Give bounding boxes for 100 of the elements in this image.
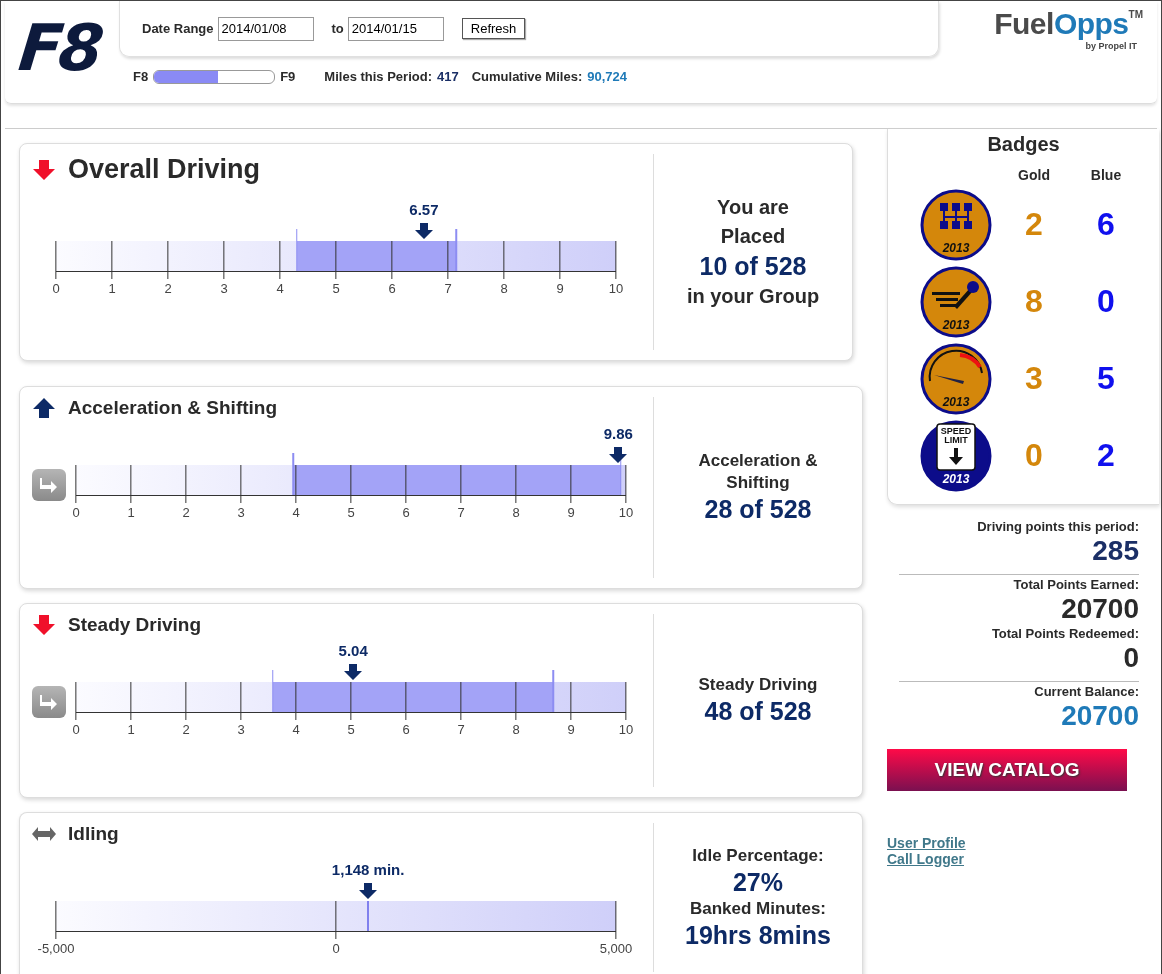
scale-label: 8 <box>500 281 508 296</box>
jump-button[interactable] <box>32 686 66 718</box>
scale-label: 7 <box>457 505 465 520</box>
scale-label: 6 <box>402 722 410 737</box>
points-label: Current Balance: <box>1034 684 1139 699</box>
scale-label: 6 <box>402 505 410 520</box>
scale-label: 10 <box>608 281 624 296</box>
summary-label: Idle Percentage: <box>692 844 824 867</box>
scale-label: 10 <box>618 722 634 737</box>
brand-tagline: by Propel IT <box>1085 41 1137 51</box>
scale-label: 9 <box>556 281 564 296</box>
miles-label: Miles this Period: <box>324 69 432 84</box>
brand-name: FuelOpps <box>994 7 1129 41</box>
badge-year: 2013 <box>942 394 970 409</box>
scale-label: 1 <box>127 505 135 520</box>
panel-title: Idling <box>68 823 119 845</box>
points-value: 0 <box>1123 641 1139 675</box>
badge-count: 6 <box>1097 206 1115 243</box>
scale-label: 9 <box>567 505 575 520</box>
rank-value: 48 of 528 <box>704 696 812 727</box>
scale-label: -5,000 <box>37 941 75 956</box>
panel-title: Overall Driving <box>68 154 261 185</box>
points-value: 20700 <box>1061 699 1139 733</box>
scale-label: 5 <box>332 281 340 296</box>
score-marker-value: 6.57 <box>409 201 439 218</box>
points-label: Total Points Earned: <box>1013 577 1139 592</box>
summary-label: Acceleration & <box>698 450 818 472</box>
scale-label: 2 <box>182 722 190 737</box>
scale-label: 7 <box>444 281 452 296</box>
scale-label: 4 <box>292 505 300 520</box>
turn-arrow-icon <box>39 477 59 493</box>
nav-link[interactable]: Call Logger <box>887 851 964 867</box>
date-from-field[interactable]: 2014/01/08 <box>217 16 314 41</box>
scale-label: 5 <box>347 505 355 520</box>
sign-text: SPEED <box>940 425 972 436</box>
badge-year: 2013 <box>942 317 970 332</box>
scale-label: 4 <box>276 281 284 296</box>
score-marker-value: 5.04 <box>338 642 368 659</box>
badge-count: 2 <box>1097 437 1115 474</box>
points-label: Total Points Redeemed: <box>991 626 1139 641</box>
scale-label: 1 <box>127 722 135 737</box>
scale-label: 2 <box>164 281 172 296</box>
date-to-field[interactable]: 2014/01/15 <box>347 16 444 41</box>
summary-label: Placed <box>720 224 786 249</box>
rank-value: 10 of 528 <box>699 251 807 282</box>
scale-label: 6 <box>388 281 396 296</box>
summary-label: You are <box>717 195 789 220</box>
badge-count: 5 <box>1097 360 1115 397</box>
points-value: 285 <box>1092 534 1139 568</box>
cumulative-miles-value: 90,724 <box>587 69 627 84</box>
badge-year: 2013 <box>942 471 970 486</box>
trademark-mark: TM <box>1128 9 1143 20</box>
scale-label: 9 <box>567 722 575 737</box>
date-range-label: Date Range <box>142 21 214 36</box>
column-header: Blue <box>1090 167 1122 183</box>
scale-label: 3 <box>237 505 245 520</box>
badge-count: 3 <box>1025 360 1043 397</box>
refresh-button[interactable]: Refresh <box>461 18 526 39</box>
scale-label: 3 <box>220 281 228 296</box>
panel-title: Steady Driving <box>68 614 202 636</box>
scale-label: 0 <box>72 722 80 737</box>
points-value: 20700 <box>1061 592 1139 626</box>
badge-count: 0 <box>1097 283 1115 320</box>
summary-label: Shifting <box>726 472 790 494</box>
badge-count: 0 <box>1025 437 1043 474</box>
scale-label: 4 <box>292 722 300 737</box>
rank-value: 27% <box>732 866 783 898</box>
rank-value: 19hrs 8mins <box>685 919 831 951</box>
to-label: to <box>331 21 344 36</box>
panel-title: Acceleration & Shifting <box>68 397 278 419</box>
column-header: Gold <box>1018 167 1050 183</box>
scale-label: 7 <box>457 722 465 737</box>
summary-label: Banked Minutes: <box>690 897 826 920</box>
turn-arrow-icon <box>39 694 59 710</box>
badge-year: 2013 <box>942 240 970 255</box>
scale-label: 3 <box>237 722 245 737</box>
scale-label: 0 <box>52 281 60 296</box>
badges-title: Badges <box>987 133 1060 156</box>
summary-label: in your Group <box>686 284 820 309</box>
summary-label: Steady Driving <box>698 674 818 696</box>
view-catalog-button[interactable]: VIEW CATALOG <box>887 749 1127 791</box>
logo: F8 <box>14 10 105 87</box>
level-label: F8 <box>133 69 149 84</box>
scale-label: 8 <box>512 505 520 520</box>
miles-value: 417 <box>437 69 459 84</box>
badge-count: 8 <box>1025 283 1043 320</box>
badge-count: 2 <box>1025 206 1043 243</box>
rank-value: 28 of 528 <box>704 494 812 525</box>
scale-label: 0 <box>332 941 340 956</box>
level-label: F9 <box>280 69 296 84</box>
cumulative-miles-label: Cumulative Miles: <box>471 69 583 84</box>
scale-label: 0 <box>72 505 80 520</box>
scale-label: 10 <box>618 505 634 520</box>
score-marker-value: 9.86 <box>603 425 633 442</box>
scale-label: 2 <box>182 505 190 520</box>
nav-link[interactable]: User Profile <box>887 835 966 851</box>
sign-text: LIMIT <box>944 434 968 445</box>
points-label: Driving points this period: <box>977 519 1139 534</box>
scale-label: 8 <box>512 722 520 737</box>
jump-button[interactable] <box>32 469 66 501</box>
